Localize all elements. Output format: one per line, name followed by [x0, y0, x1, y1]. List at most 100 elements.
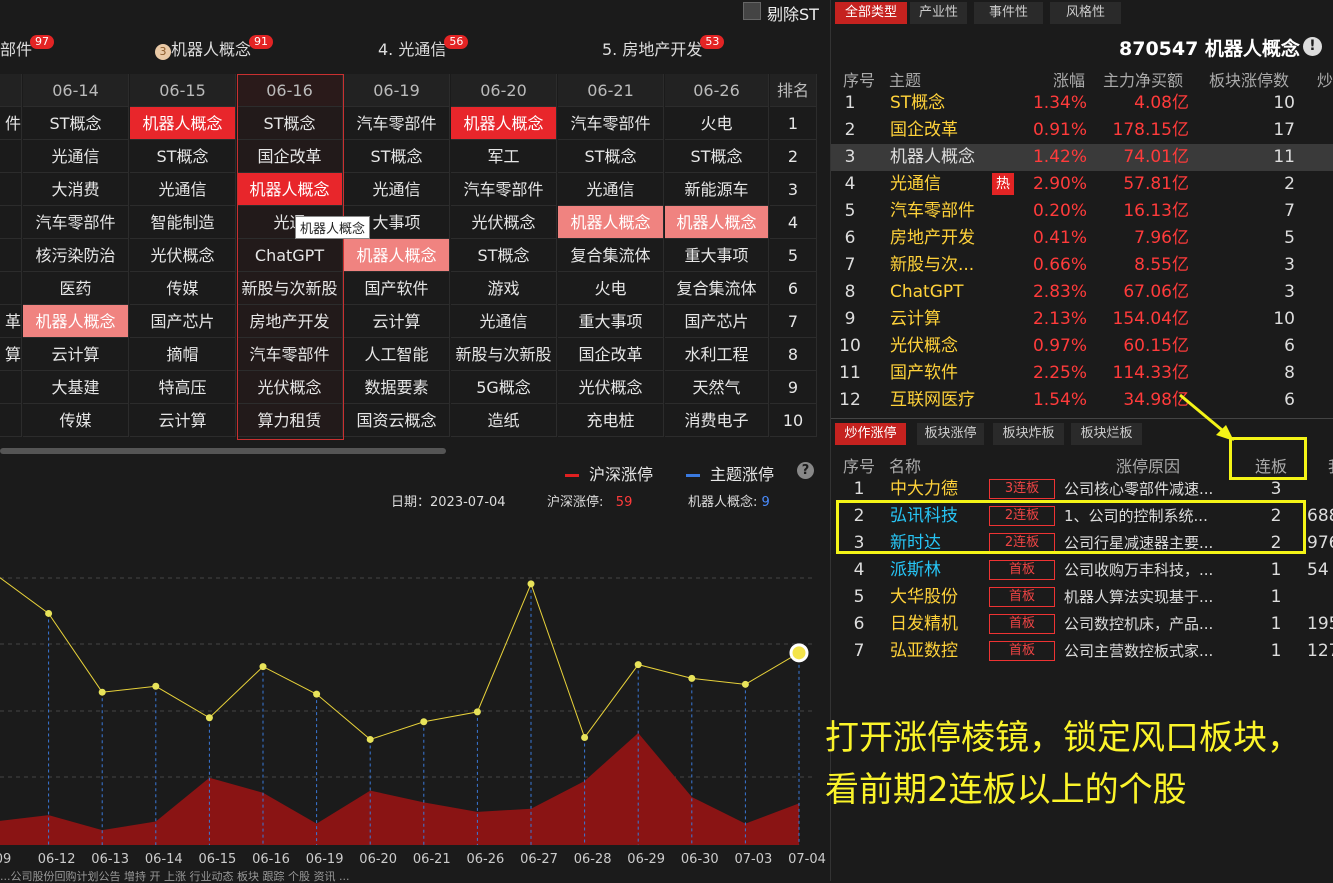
- grid-theme-cell[interactable]: 复合集流体: [558, 239, 664, 272]
- grid-theme-cell[interactable]: 机器人概念: [344, 239, 450, 272]
- grid-theme-cell[interactable]: 光伏概念: [237, 371, 343, 404]
- grid-theme-cell[interactable]: 机器人概念: [237, 173, 343, 206]
- grid-theme-cell[interactable]: 汽车零部件: [451, 173, 557, 206]
- grid-theme-cell[interactable]: 房地产开发: [237, 305, 343, 338]
- grid-theme-cell[interactable]: 传媒: [130, 272, 236, 305]
- rank-item-5[interactable]: 5. 房地产开发 53: [602, 35, 725, 60]
- grid-theme-cell[interactable]: 汽车零部件: [558, 107, 664, 140]
- grid-theme-cell[interactable]: 光通信: [344, 173, 450, 206]
- stock-header[interactable]: 序号: [843, 453, 875, 477]
- grid-theme-cell[interactable]: ChatGPT: [237, 239, 343, 272]
- grid-theme-cell[interactable]: 天然气: [665, 371, 769, 404]
- tab-0[interactable]: 全部类型: [835, 2, 908, 24]
- grid-theme-cell[interactable]: 光通信: [451, 305, 557, 338]
- grid-theme-cell[interactable]: 数据要素: [344, 371, 450, 404]
- grid-theme-cell[interactable]: 光通信: [130, 173, 236, 206]
- grid-theme-cell[interactable]: 水利工程: [665, 338, 769, 371]
- grid-theme-cell[interactable]: 新股与次新股: [451, 338, 557, 371]
- grid-theme-cell[interactable]: 火电: [665, 107, 769, 140]
- rank-item-4[interactable]: 4. 光通信 56: [378, 35, 469, 60]
- grid-theme-cell[interactable]: 汽车零部件: [23, 206, 129, 239]
- grid-theme-cell[interactable]: 光通信: [23, 140, 129, 173]
- rank-item-1[interactable]: 部件 97: [0, 35, 55, 60]
- grid-theme-cell[interactable]: 云计算: [23, 338, 129, 371]
- grid-theme-cell[interactable]: 医药: [23, 272, 129, 305]
- grid-theme-cell[interactable]: 新股与次新股: [237, 272, 343, 305]
- grid-theme-cell[interactable]: ST概念: [451, 239, 557, 272]
- data-point[interactable]: [688, 674, 696, 682]
- grid-scrollbar[interactable]: [0, 448, 446, 454]
- theme-row[interactable]: 6 房地产开发 0.41% 7.96亿 5: [831, 225, 1333, 252]
- grid-theme-cell[interactable]: 光伏概念: [451, 206, 557, 239]
- data-point[interactable]: [634, 661, 642, 669]
- grid-theme-cell[interactable]: 光伏概念: [130, 239, 236, 272]
- grid-theme-cell[interactable]: 国企改革: [237, 140, 343, 173]
- grid-theme-cell[interactable]: 国产芯片: [130, 305, 236, 338]
- data-point[interactable]: [366, 735, 374, 743]
- theme-row[interactable]: 5 汽车零部件 0.20% 16.13亿 7: [831, 198, 1333, 225]
- grid-theme-cell[interactable]: 5G概念: [451, 371, 557, 404]
- theme-row[interactable]: 11 国产软件 2.25% 114.33亿 8: [831, 360, 1333, 387]
- grid-theme-cell[interactable]: 国产芯片: [665, 305, 769, 338]
- theme-row[interactable]: 2 国企改革 0.91% 178.15亿 17: [831, 117, 1333, 144]
- grid-theme-cell[interactable]: 机器人概念: [130, 107, 236, 140]
- grid-theme-cell[interactable]: 火电: [558, 272, 664, 305]
- theme-row[interactable]: 3 机器人概念 1.42% 74.01亿 11: [831, 144, 1333, 171]
- grid-theme-cell[interactable]: 重大事项: [665, 239, 769, 272]
- grid-theme-cell[interactable]: 机器人概念: [665, 206, 769, 239]
- stock-header[interactable]: 名称: [889, 453, 921, 477]
- grid-theme-cell[interactable]: 摘帽: [130, 338, 236, 371]
- table-header[interactable]: 板块涨停数: [1209, 67, 1289, 91]
- grid-theme-cell[interactable]: 特高压: [130, 371, 236, 404]
- grid-theme-cell[interactable]: 大消费: [23, 173, 129, 206]
- table-header[interactable]: 主题: [889, 67, 921, 91]
- stock-row[interactable]: 5 大华股份 首板 机器人算法实现基于... 1: [831, 584, 1333, 611]
- tab-3[interactable]: 风格性: [1050, 2, 1122, 24]
- table-header[interactable]: 主力净买额: [1103, 67, 1183, 91]
- grid-theme-cell[interactable]: 充电桩: [558, 404, 664, 437]
- grid-theme-cell[interactable]: 大基建: [23, 371, 129, 404]
- data-point[interactable]: [527, 580, 535, 588]
- data-point[interactable]: [205, 714, 213, 722]
- tab2-2[interactable]: 板块炸板: [993, 423, 1065, 445]
- grid-theme-cell[interactable]: 军工: [451, 140, 557, 173]
- grid-theme-cell[interactable]: 核污染防治: [23, 239, 129, 272]
- grid-theme-cell[interactable]: 重大事项: [558, 305, 664, 338]
- grid-theme-cell[interactable]: 国企改革: [558, 338, 664, 371]
- grid-date-header[interactable]: 06-26: [665, 74, 769, 107]
- grid-theme-cell[interactable]: 汽车零部件: [344, 107, 450, 140]
- grid-theme-cell[interactable]: 光伏概念: [558, 371, 664, 404]
- theme-row[interactable]: 4 光通信 热 2.90% 57.81亿 2: [831, 171, 1333, 198]
- grid-date-header[interactable]: 06-20: [451, 74, 557, 107]
- theme-row[interactable]: 12 互联网医疗 1.54% 34.98亿 6: [831, 387, 1333, 414]
- grid-theme-cell[interactable]: 机器人概念: [451, 107, 557, 140]
- tab-1[interactable]: 产业性: [910, 2, 968, 24]
- grid-date-header[interactable]: 06-15: [130, 74, 236, 107]
- theme-row[interactable]: 7 新股与次... 0.66% 8.55亿 3: [831, 252, 1333, 279]
- grid-theme-cell[interactable]: ST概念: [344, 140, 450, 173]
- grid-theme-cell[interactable]: 光通信: [558, 173, 664, 206]
- stock-row[interactable]: 7 弘亚数控 首板公司主营数控板式家... 1 127: [831, 638, 1333, 665]
- help-icon[interactable]: ?: [797, 462, 814, 479]
- stock-header[interactable]: 涨停原因: [1116, 453, 1180, 477]
- hide-st-checkbox[interactable]: [743, 2, 761, 20]
- stock-header[interactable]: 我: [1328, 453, 1333, 477]
- grid-theme-cell[interactable]: ST概念: [665, 140, 769, 173]
- grid-theme-cell[interactable]: 智能制造: [130, 206, 236, 239]
- rank-item-2[interactable]: 3 机器人概念 91: [155, 35, 274, 60]
- grid-theme-cell[interactable]: 造纸: [451, 404, 557, 437]
- data-point[interactable]: [420, 718, 428, 726]
- grid-theme-cell[interactable]: 云计算: [130, 404, 236, 437]
- grid-date-header[interactable]: 06-14: [23, 74, 129, 107]
- grid-theme-cell[interactable]: 复合集流体: [665, 272, 769, 305]
- info-icon[interactable]: !: [1303, 37, 1322, 56]
- tab-2[interactable]: 事件性: [974, 2, 1044, 24]
- grid-theme-cell[interactable]: 机器人概念: [558, 206, 664, 239]
- grid-theme-cell[interactable]: 传媒: [23, 404, 129, 437]
- tab2-1[interactable]: 板块涨停: [917, 423, 985, 445]
- data-point[interactable]: [259, 663, 267, 671]
- table-header[interactable]: 炒: [1317, 67, 1333, 91]
- stock-row[interactable]: 1 中大力德 3连板 公司核心零部件减速... 3: [831, 476, 1333, 503]
- grid-theme-cell[interactable]: ST概念: [558, 140, 664, 173]
- grid-theme-cell[interactable]: 算力租赁: [237, 404, 343, 437]
